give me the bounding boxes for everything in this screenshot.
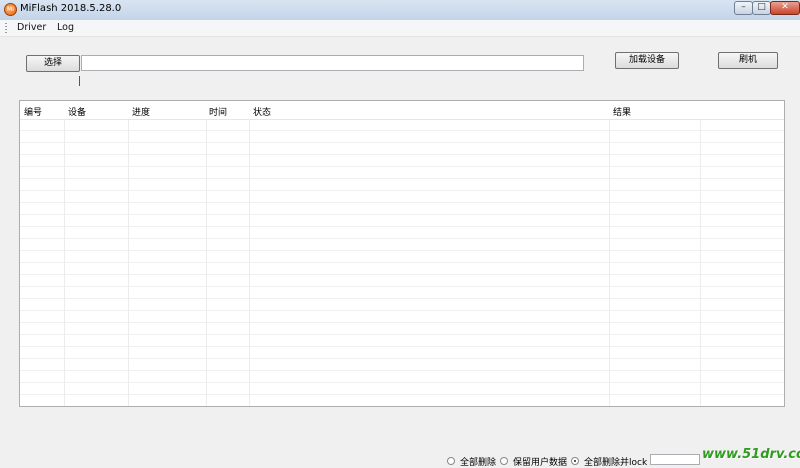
site-watermark: www.51drv.com (702, 447, 800, 462)
title-bar: MI MiFlash 2018.5.28.0 – □ ✕ (0, 0, 800, 21)
load-device-button[interactable]: 加载设备 (615, 52, 679, 69)
column-divider (64, 101, 65, 406)
flash-button[interactable]: 刷机 (718, 52, 778, 69)
window-title: MiFlash 2018.5.28.0 (20, 3, 122, 14)
column-header-result[interactable]: 结果 (613, 105, 631, 118)
select-button[interactable]: 选择 (26, 55, 80, 72)
text-caret (79, 76, 80, 86)
column-header-progress[interactable]: 进度 (132, 105, 150, 118)
miflash-app-icon: MI (4, 3, 17, 16)
column-divider (609, 101, 610, 406)
column-header-status[interactable]: 状态 (253, 105, 271, 118)
maximize-button[interactable]: □ (752, 1, 771, 15)
script-path-field[interactable] (650, 454, 700, 465)
option-clean-all-and-lock-label: 全部删除并lock (584, 458, 648, 468)
column-header-id[interactable]: 编号 (24, 105, 42, 118)
menu-grip-icon (5, 23, 7, 33)
menu-item-driver[interactable]: Driver (17, 22, 46, 33)
radio-clean-all-and-lock[interactable] (571, 457, 579, 465)
close-button[interactable]: ✕ (770, 1, 800, 15)
column-divider (128, 101, 129, 406)
path-input[interactable] (81, 55, 584, 71)
table-header: 编号 设备 进度 时间 状态 结果 (20, 101, 784, 120)
device-table[interactable]: 编号 设备 进度 时间 状态 结果 (19, 100, 785, 407)
minimize-button[interactable]: – (734, 1, 753, 15)
column-header-time[interactable]: 时间 (209, 105, 227, 118)
column-divider (700, 101, 701, 406)
radio-save-user-data[interactable] (500, 457, 508, 465)
table-rows (20, 119, 784, 406)
option-clean-all-label: 全部删除 (460, 458, 497, 468)
option-save-user-data-label: 保留用户数据 (513, 458, 568, 468)
menu-item-log[interactable]: Log (57, 22, 74, 33)
column-divider (249, 101, 250, 406)
column-divider (206, 101, 207, 406)
radio-clean-all[interactable] (447, 457, 455, 465)
column-header-device[interactable]: 设备 (68, 105, 86, 118)
menu-bar: Driver Log (0, 20, 800, 37)
